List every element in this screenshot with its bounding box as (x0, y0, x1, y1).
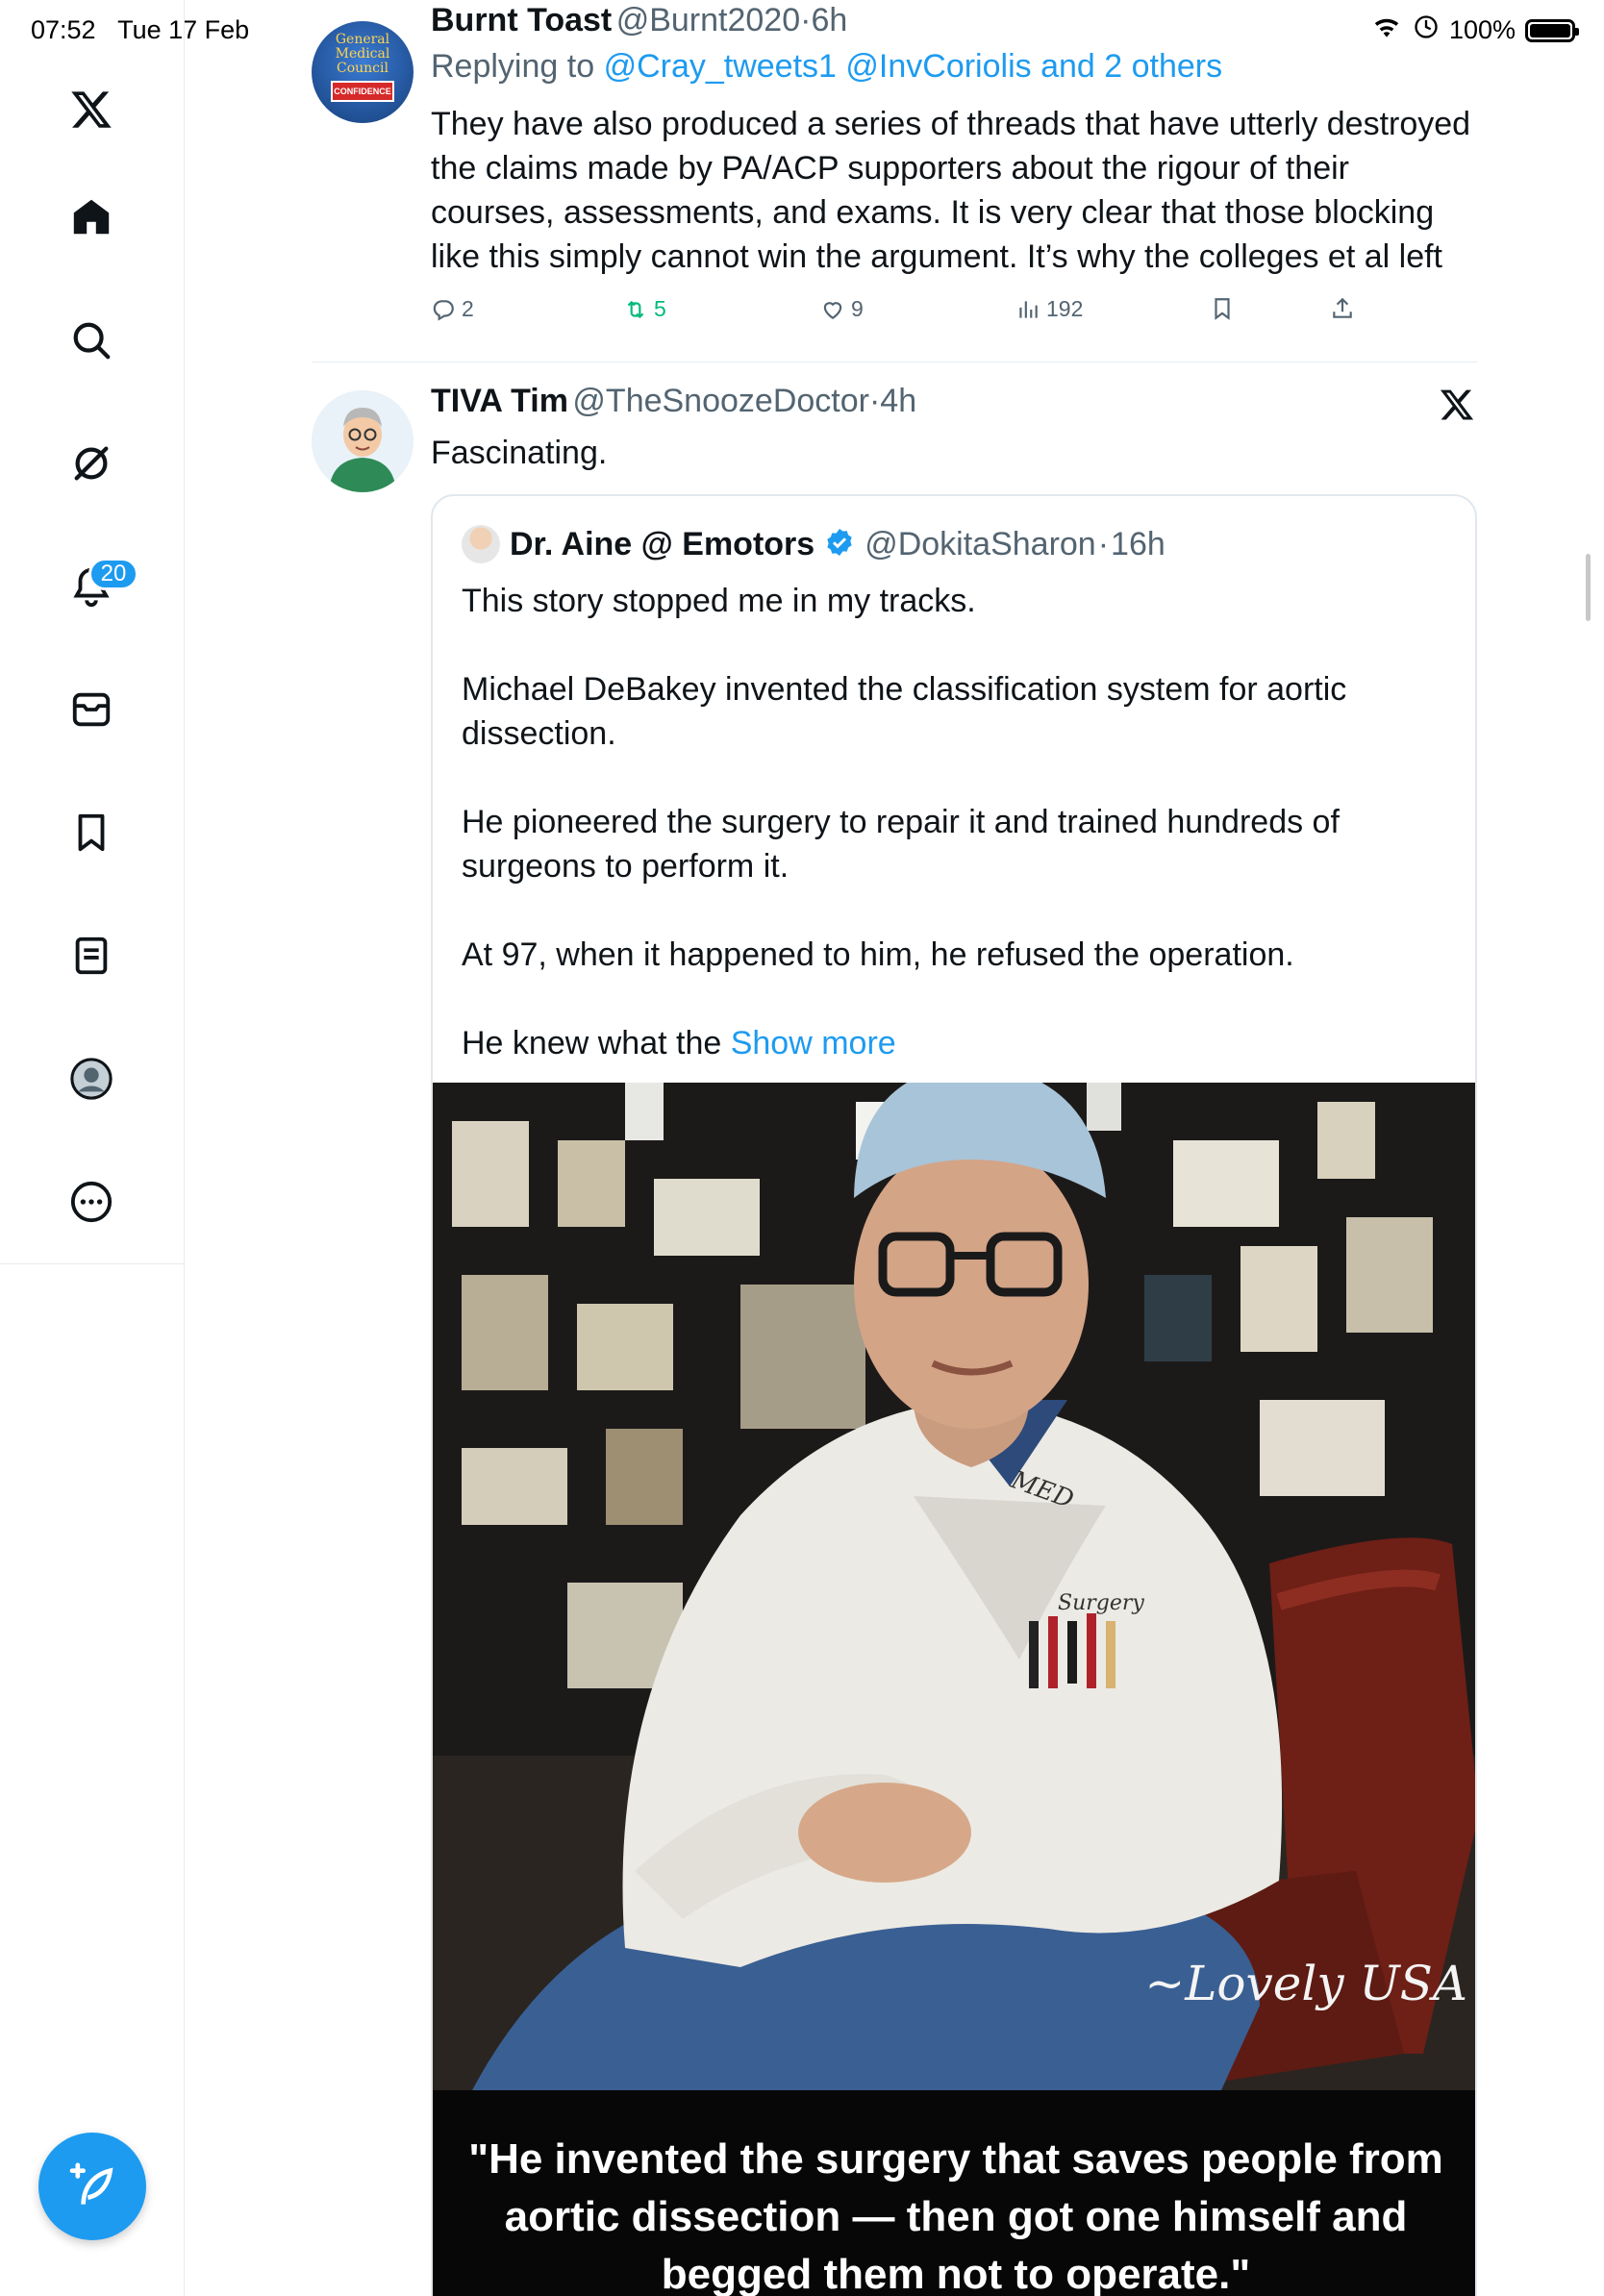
repost-count: 5 (654, 296, 666, 321)
pocket-text: Surgery (1058, 1591, 1144, 1615)
tweet-text: They have also produced a series of thre… (431, 106, 1471, 275)
quote-time[interactable]: 16h (1111, 526, 1165, 563)
quote-header: Dr. Aine @ Emotors @DokitaSharon · 16h (462, 525, 1165, 563)
author-name[interactable]: Burnt Toast (431, 2, 612, 38)
reply-prefix: Replying to (431, 48, 595, 85)
compose-button[interactable] (38, 2133, 146, 2240)
show-more-link[interactable]: Show more (731, 1025, 896, 1061)
avatar-text: General (335, 32, 390, 47)
battery-icon (1525, 18, 1579, 42)
profile-icon[interactable] (63, 1051, 119, 1107)
quote-paragraph: He pioneered the surgery to repair it an… (462, 804, 1340, 885)
quote-text: This story stopped me in my tracks. Mich… (462, 579, 1423, 1065)
truncated-text: He knew what the (462, 1025, 722, 1061)
x-logo-icon[interactable] (63, 82, 119, 137)
repost-icon (627, 300, 644, 318)
search-icon[interactable] (63, 312, 119, 368)
quote-author-handle[interactable]: @DokitaSharon (865, 526, 1096, 563)
bookmark-button[interactable] (1210, 296, 1235, 321)
tweet-actions: 2 5 9 192 (431, 296, 1373, 331)
wifi-icon (1370, 14, 1403, 46)
author-handle[interactable]: @TheSnoozeDoctor (572, 383, 869, 419)
reply-button[interactable]: 2 (431, 296, 474, 322)
more-icon[interactable] (63, 1174, 119, 1230)
tweet-text: Fascinating. (431, 435, 608, 471)
quote-image[interactable]: Surgery MED ~Lovely USA "He invented the… (433, 1083, 1475, 2296)
compose-icon (69, 2162, 113, 2205)
views-count: 192 (1046, 296, 1084, 321)
tweet-time[interactable]: 4h (880, 383, 916, 419)
views-icon (1019, 300, 1038, 318)
views-button[interactable]: 192 (1015, 296, 1083, 322)
like-count: 9 (851, 296, 864, 321)
focus-mode-icon (1413, 13, 1440, 47)
notification-badge: 20 (88, 558, 138, 590)
share-button[interactable] (1330, 296, 1355, 321)
battery-percent: 100% (1448, 15, 1516, 44)
sidebar: 20 (0, 0, 185, 2296)
lists-icon[interactable] (63, 928, 119, 984)
quote-avatar[interactable] (462, 525, 500, 563)
avatar-text: Council (337, 61, 388, 76)
verified-badge-icon (824, 527, 855, 562)
home-icon[interactable] (63, 189, 119, 245)
author-handle[interactable]: @Burnt2020 (616, 2, 800, 38)
avatar-burnt-toast[interactable]: General Medical Council CONFIDENCE (312, 21, 414, 123)
author-name[interactable]: TIVA Tim (431, 383, 568, 419)
bookmark-icon (1215, 298, 1230, 320)
image-watermark: ~Lovely USA (1144, 1956, 1467, 2011)
x-logo-icon[interactable] (1439, 387, 1475, 428)
quote-paragraph: This story stopped me in my tracks. (462, 583, 976, 619)
grok-icon[interactable] (63, 436, 119, 491)
share-icon (1333, 297, 1352, 318)
image-caption: "He invented the surgery that saves peop… (468, 2135, 1443, 2296)
reply-icon (433, 299, 454, 321)
repost-button[interactable]: 5 (623, 296, 666, 322)
tweet-header: Burnt Toast @Burnt2020·6h (431, 2, 848, 38)
quote-paragraph: At 97, when it happened to him, he refus… (462, 936, 1294, 973)
tweet-header: TIVA Tim @TheSnoozeDoctor·4h (431, 383, 917, 419)
quote-author-name[interactable]: Dr. Aine @ Emotors (510, 526, 815, 563)
messages-icon[interactable] (63, 682, 119, 737)
avatar-text: Medical (335, 46, 390, 62)
tweet-time[interactable]: 6h (811, 2, 847, 38)
quote-paragraph-truncated: He knew what the Show more (462, 1021, 1423, 1065)
reply-targets-link[interactable]: @Cray_tweets1 @InvCoriolis and 2 others (604, 48, 1223, 85)
scrollbar[interactable] (1586, 554, 1591, 621)
like-button[interactable]: 9 (820, 296, 864, 322)
status-indicators: 100% (1370, 13, 1579, 47)
avatar-tiva-tim[interactable] (312, 390, 414, 492)
avatar-badge: CONFIDENCE (331, 81, 394, 102)
heart-icon (823, 301, 842, 319)
quote-paragraph: Michael DeBakey invented the classificat… (462, 671, 1347, 752)
reply-context: Replying to @Cray_tweets1 @InvCoriolis a… (431, 48, 1222, 86)
sidebar-divider (0, 1263, 185, 1264)
reply-count: 2 (462, 296, 474, 321)
bookmarks-icon[interactable] (63, 805, 119, 861)
quoted-tweet[interactable]: Dr. Aine @ Emotors @DokitaSharon · 16h Thi… (431, 494, 1477, 2296)
